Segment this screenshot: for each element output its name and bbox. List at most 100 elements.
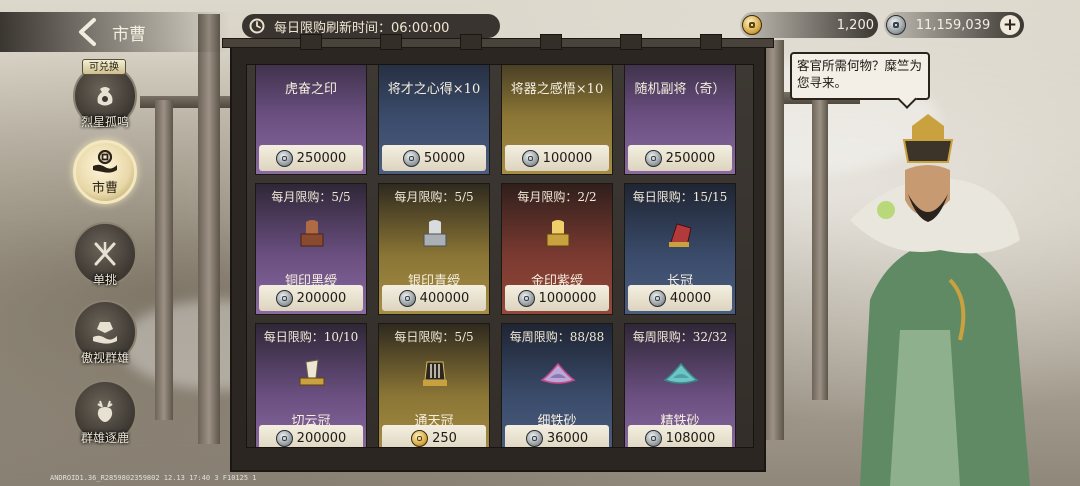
- item-name: 将才之心得×10: [387, 82, 481, 97]
- silver-coin-icon: [521, 149, 539, 167]
- silver-coin-icon: [886, 15, 906, 35]
- nav-label: 群雄逐鹿: [80, 431, 129, 445]
- scroll-bundle-icon: [538, 64, 578, 78]
- shop-item-card[interactable]: 随机副将（奇） 250000: [624, 64, 736, 175]
- item-price[interactable]: 250000: [628, 145, 732, 171]
- price-value: 250000: [665, 150, 716, 166]
- build-info: ANDROID1.36_R2859802359802 12.13 17:40 3…: [50, 474, 257, 482]
- shop-item-card[interactable]: 每周限购：32/32 精铁砂 108000: [624, 323, 736, 447]
- npc-speech-bubble: 客官所需何物？糜竺为您寻来。: [790, 52, 930, 100]
- refresh-icon: [249, 18, 265, 34]
- item-price[interactable]: 200000: [259, 425, 363, 447]
- price-value: 50000: [423, 150, 466, 166]
- silver-coin-icon: [525, 429, 543, 447]
- silver-amount: 11,159,039: [915, 17, 991, 33]
- silver-coin-icon: [517, 289, 535, 307]
- nav-item-ao-shi-qun-xiong[interactable]: 傲视群雄: [73, 300, 137, 365]
- price-value: 250000: [296, 150, 347, 166]
- silver-coin-icon: [275, 149, 293, 167]
- merchant-character: [850, 114, 1030, 486]
- item-price[interactable]: 250000: [259, 145, 363, 171]
- price-value: 250: [432, 430, 457, 446]
- market-hand-icon: [90, 149, 120, 175]
- fine-iron-sand-icon: [540, 362, 576, 384]
- gold-seal-icon: [546, 220, 570, 247]
- shop-item-card[interactable]: 将才之心得×10 50000: [378, 64, 490, 175]
- refined-iron-sand-icon: [663, 362, 699, 384]
- page-title: 市曹: [112, 24, 146, 45]
- add-currency-button[interactable]: +: [1000, 15, 1020, 35]
- item-price[interactable]: 36000: [505, 425, 609, 447]
- silver-currency: 11,159,039 +: [884, 12, 1024, 38]
- cloud-crown-icon: [299, 359, 325, 386]
- shop-item-card[interactable]: 每月限购：2/2 金印紫绶 1000000: [501, 183, 613, 315]
- nav-item-qun-xiong-zhu-lu[interactable]: 群雄逐鹿: [73, 380, 137, 445]
- silver-coin-icon: [402, 149, 420, 167]
- price-value: 100000: [542, 150, 593, 166]
- price-value: 400000: [419, 290, 470, 306]
- shop-item-card[interactable]: 每日限购：15/15 长冠 40000: [624, 183, 736, 315]
- long-crown-icon: [669, 223, 692, 247]
- item-price[interactable]: 1000000: [505, 285, 609, 311]
- shop-item-card[interactable]: 每周限购：88/88 细铁砂 36000: [501, 323, 613, 447]
- shop-item-card[interactable]: 虎奋之印 250000: [255, 65, 367, 175]
- item-price[interactable]: 50000: [382, 145, 486, 171]
- header: 市曹: [0, 12, 230, 52]
- nav-label: 傲视群雄: [80, 351, 129, 365]
- bronze-seal-icon: [300, 220, 324, 247]
- nav-item-dan-tiao[interactable]: 单挑: [73, 222, 137, 287]
- item-price[interactable]: 200000: [259, 285, 363, 311]
- purchase-limit: 每周限购：88/88: [509, 330, 605, 344]
- scroll-bundle-icon: [415, 64, 455, 78]
- silver-coin-icon: [398, 289, 416, 307]
- gold-coin-icon: [742, 15, 762, 35]
- shop-item-card[interactable]: 每日限购：5/5 通天冠 250: [378, 323, 490, 447]
- shop-item-card[interactable]: 将器之感悟×10 100000: [501, 64, 613, 175]
- shop-item-card[interactable]: 每日限购：10/10 切云冠 200000: [255, 323, 367, 447]
- refresh-label: 每日限购刷新时间：06:00:00: [274, 20, 450, 36]
- frame-peg: [540, 34, 562, 50]
- price-value: 108000: [665, 430, 716, 446]
- shop-item-card[interactable]: 每月限购：5/5 银印青绶 400000: [378, 183, 490, 315]
- gold-currency: 1,200: [740, 12, 878, 38]
- back-button[interactable]: [66, 12, 112, 52]
- exchange-badge: 可兑换: [82, 59, 126, 75]
- frame-peg: [700, 34, 722, 50]
- silver-seal-icon: [423, 220, 447, 247]
- shop-grid: 虎奋之印 250000 将才之心得×10 50000 将器之感悟×10 1000…: [255, 64, 736, 447]
- silver-coin-icon: [275, 429, 293, 447]
- nav-label: 烈星孤鸣: [80, 115, 129, 129]
- price-value: 40000: [669, 290, 712, 306]
- item-price[interactable]: 100000: [505, 145, 609, 171]
- shop-item-card[interactable]: 每月限购：5/5 铜印黑绶 200000: [255, 183, 367, 315]
- gold-coin-icon: [411, 429, 429, 447]
- purchase-limit: 每日限购：5/5: [394, 330, 474, 344]
- nav-label: 单挑: [92, 273, 117, 287]
- price-value: 1000000: [538, 290, 597, 306]
- card-pack-icon: [661, 64, 701, 78]
- purchase-limit: 每月限购：2/2: [517, 190, 597, 204]
- silver-coin-icon: [644, 149, 662, 167]
- nav-item-shi-cao[interactable]: 市曹: [73, 140, 137, 204]
- shop-item-list[interactable]: 虎奋之印 250000 将才之心得×10 50000 将器之感悟×10 1000…: [246, 64, 754, 448]
- item-price[interactable]: 400000: [382, 285, 486, 311]
- price-value: 36000: [546, 430, 589, 446]
- crown-hand-icon: [90, 319, 120, 345]
- gate-pillar: [155, 100, 173, 420]
- chevron-left-icon: [79, 18, 96, 46]
- gate-pillar: [198, 14, 220, 444]
- item-name: 将器之感悟×10: [510, 82, 604, 97]
- price-value: 200000: [296, 290, 347, 306]
- item-price[interactable]: 108000: [628, 425, 732, 447]
- item-price[interactable]: 40000: [628, 285, 732, 311]
- silver-coin-icon: [648, 289, 666, 307]
- coin-pouch-icon: [90, 83, 120, 109]
- purchase-limit: 每月限购：5/5: [394, 190, 474, 204]
- purchase-limit: 每月限购：5/5: [271, 190, 351, 204]
- item-price[interactable]: 250: [382, 425, 486, 447]
- deer-icon: [90, 399, 120, 425]
- item-name: 随机副将（奇）: [634, 82, 726, 97]
- crossed-swords-icon: [90, 241, 120, 267]
- frame-peg: [300, 34, 322, 50]
- nav-label: 市曹: [91, 180, 118, 196]
